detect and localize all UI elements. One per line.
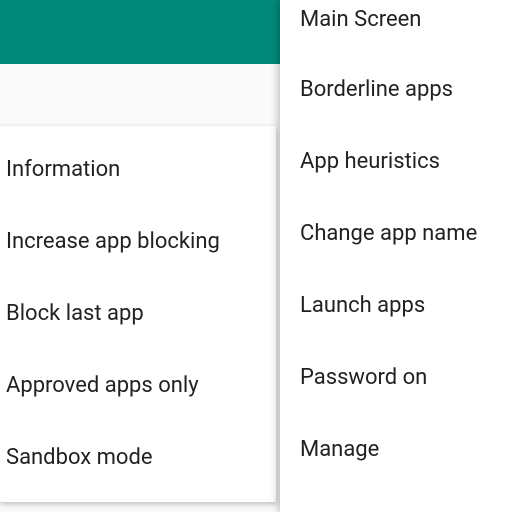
menu-item-approved-apps-only[interactable]: Approved apps only [0,350,276,422]
menu-item-manage[interactable]: Manage [280,414,512,486]
menu-item-sandbox-mode[interactable]: Sandbox mode [0,422,276,494]
menu-item-borderline-apps[interactable]: Borderline apps [280,54,512,126]
menu-item-label: App heuristics [300,148,440,176]
menu-item-label: Information [6,156,120,184]
app-bar [0,0,280,64]
menu-item-launch-apps[interactable]: Launch apps [280,270,512,342]
menu-item-change-app-name[interactable]: Change app name [280,198,512,270]
menu-item-block-last-app[interactable]: Block last app [0,278,276,350]
menu-item-label: Block last app [6,300,144,328]
menu-item-information[interactable]: Information [0,134,276,206]
menu-item-label: Manage [300,436,379,464]
menu-item-label: Password on [300,364,427,392]
menu-item-label: Main Screen [300,6,421,34]
right-overflow-menu: Main Screen Borderline apps App heuristi… [280,0,512,512]
menu-item-label: Change app name [300,220,477,248]
menu-item-app-heuristics[interactable]: App heuristics [280,126,512,198]
left-context-menu: Information Increase app blocking Block … [0,126,276,502]
menu-item-label: Borderline apps [300,76,453,104]
menu-item-label: Approved apps only [6,372,199,400]
menu-item-label: Launch apps [300,292,425,320]
menu-item-main-screen[interactable]: Main Screen [280,0,512,54]
menu-item-increase-app-blocking[interactable]: Increase app blocking [0,206,276,278]
menu-item-password-on[interactable]: Password on [280,342,512,414]
menu-item-label: Increase app blocking [6,228,220,256]
menu-item-label: Sandbox mode [6,444,153,472]
